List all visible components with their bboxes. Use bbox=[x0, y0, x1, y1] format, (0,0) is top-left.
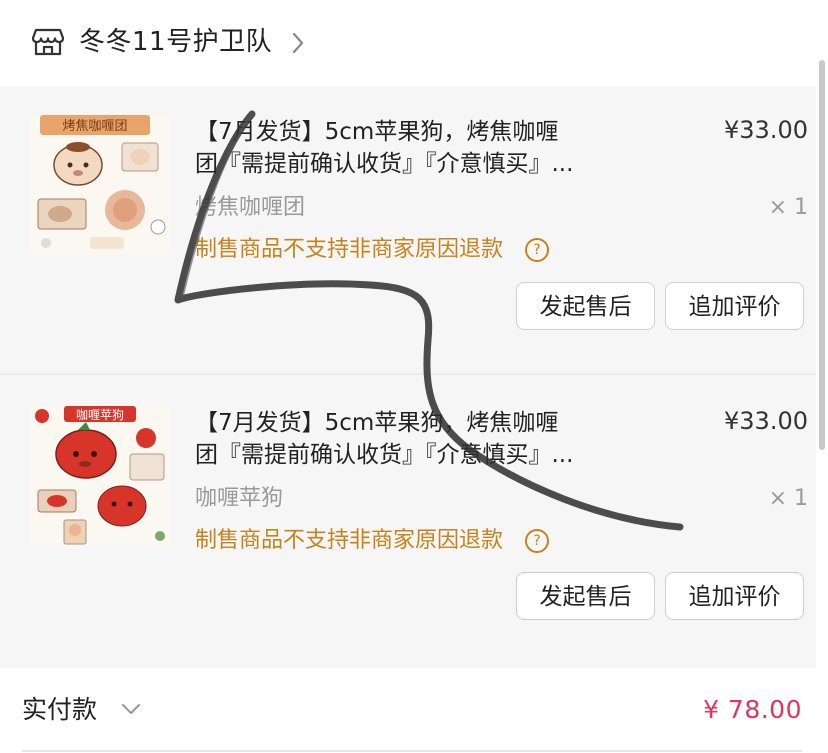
product-title[interactable]: 【7月发货】5cm苹果狗，烤焦咖喱 团『需提前确认收货』『介意慎买』... bbox=[195, 116, 615, 180]
question-circle-icon[interactable]: ? bbox=[525, 238, 550, 262]
product-title-line: 【7月发货】5cm苹果狗，烤焦咖喱 bbox=[195, 410, 559, 436]
scrollbar-thumb[interactable] bbox=[819, 60, 825, 450]
refund-notice-text: 制售商品不支持非商家原因退款 bbox=[195, 528, 504, 553]
refund-notice-text: 制售商品不支持非商家原因退款 bbox=[195, 237, 504, 262]
chevron-down-icon[interactable] bbox=[120, 701, 142, 717]
footer-divider bbox=[22, 750, 802, 752]
product-price: ¥33.00 bbox=[724, 116, 808, 144]
product-thumbnail[interactable]: 咖喱苹狗 bbox=[30, 406, 170, 546]
product-image: 咖喱苹狗 bbox=[30, 406, 170, 546]
product-price: ¥33.00 bbox=[724, 407, 808, 435]
product-title-line: 【7月发货】5cm苹果狗，烤焦咖喱 bbox=[195, 119, 559, 145]
store-icon bbox=[32, 28, 64, 56]
product-title-line: 团『需提前确认收货』『介意慎买』... bbox=[195, 442, 574, 468]
refund-notice: 制售商品不支持非商家原因退款 ? bbox=[195, 526, 550, 556]
chevron-right-icon[interactable] bbox=[290, 31, 306, 55]
pay-label[interactable]: 实付款 bbox=[22, 692, 97, 728]
shop-name[interactable]: 冬冬11号护卫队 bbox=[79, 24, 272, 60]
order-item: 烤焦咖喱团 【7月发货】5cm苹果狗，烤焦咖喱 团『需提前确认收货』『介意慎买』… bbox=[0, 86, 816, 373]
product-spec: 烤焦咖喱团 bbox=[195, 195, 306, 220]
thumb-label: 烤焦咖喱团 bbox=[62, 118, 127, 133]
thumb-label: 咖喱苹狗 bbox=[76, 407, 124, 422]
product-spec: 咖喱苹狗 bbox=[195, 486, 284, 511]
order-item: 咖喱苹狗 【7月发货】5cm苹果狗，烤焦咖喱 团『需提前确认收货』『介意慎买』.… bbox=[0, 375, 816, 668]
aftersale-button[interactable]: 发起售后 bbox=[516, 282, 655, 330]
product-thumbnail[interactable]: 烤焦咖喱团 bbox=[30, 115, 170, 255]
pay-total: ¥ 78.00 bbox=[703, 695, 802, 724]
add-review-button[interactable]: 追加评价 bbox=[665, 282, 804, 330]
product-title[interactable]: 【7月发货】5cm苹果狗，烤焦咖喱 团『需提前确认收货』『介意慎买』... bbox=[195, 407, 615, 471]
payment-summary: 实付款 ¥ 78.00 bbox=[0, 668, 816, 753]
add-review-button[interactable]: 追加评价 bbox=[665, 572, 804, 620]
product-title-line: 团『需提前确认收货』『介意慎买』... bbox=[195, 151, 574, 177]
product-quantity: × 1 bbox=[768, 195, 808, 220]
order-detail-screen: 冬冬11号护卫队 烤焦咖喱团 【7月发货】5cm苹果狗，烤焦咖喱 团『需提前确认… bbox=[0, 0, 828, 753]
shop-header[interactable]: 冬冬11号护卫队 bbox=[0, 0, 816, 86]
product-quantity: × 1 bbox=[768, 486, 808, 511]
scrollbar[interactable] bbox=[816, 0, 828, 753]
refund-notice: 制售商品不支持非商家原因退款 ? bbox=[195, 235, 550, 265]
aftersale-button[interactable]: 发起售后 bbox=[516, 572, 655, 620]
product-image: 烤焦咖喱团 bbox=[30, 115, 170, 255]
question-circle-icon[interactable]: ? bbox=[525, 529, 550, 553]
